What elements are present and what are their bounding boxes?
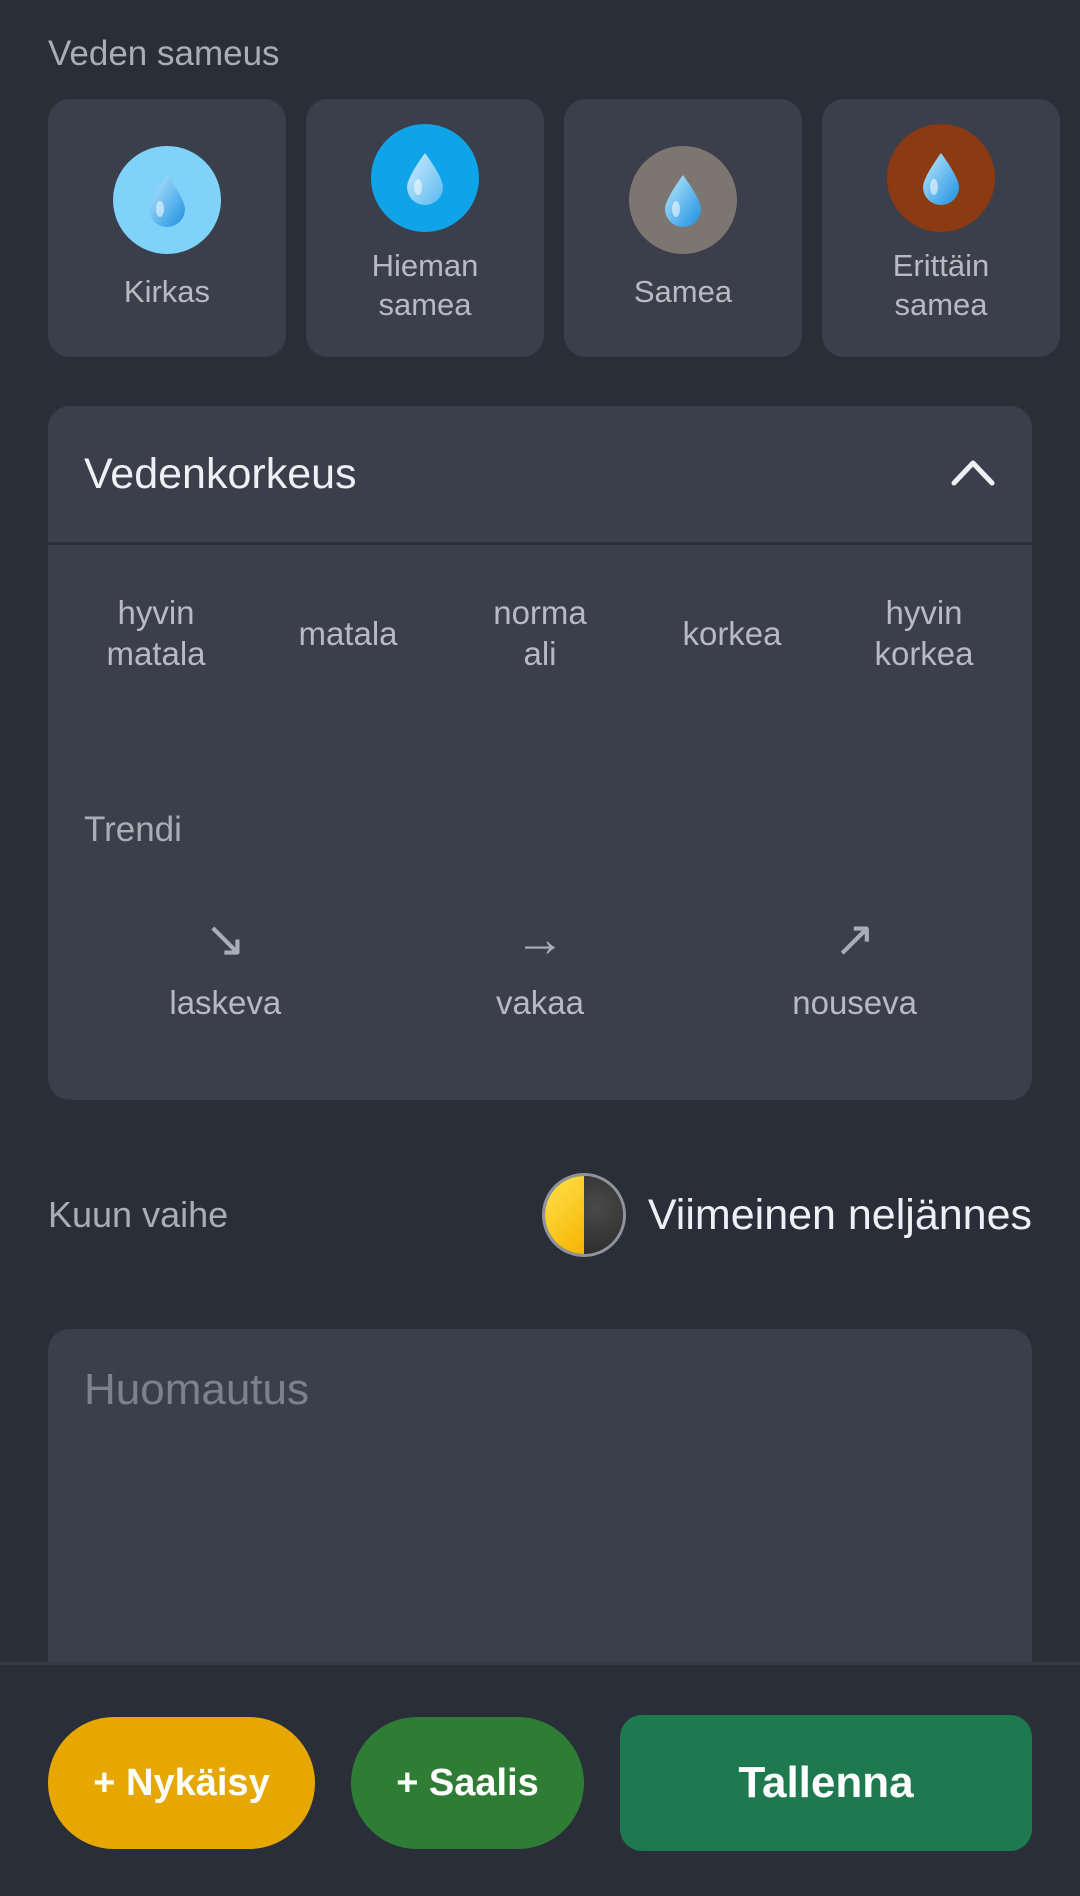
trend-stable[interactable]: → vakaa: [420, 914, 660, 1022]
water-drop-icon: [149, 174, 185, 227]
turbidity-label: Erittäin samea: [892, 248, 990, 322]
water-level-title: Vedenkorkeus: [84, 449, 357, 498]
water-drop-icon: [923, 153, 959, 205]
chevron-up-icon[interactable]: [950, 457, 996, 492]
level-low[interactable]: matala: [258, 578, 438, 688]
turbidity-label: Samea: [633, 273, 733, 309]
water-level-header[interactable]: Vedenkorkeus: [48, 406, 1032, 545]
water-level-options: hyvin matala matala norma ali korkea hyv…: [48, 578, 1032, 688]
turbidity-option-clear[interactable]: Kirkas: [48, 99, 286, 357]
trend-rising[interactable]: ↗ nouseva: [735, 914, 975, 1022]
turbidity-option-very-turbid[interactable]: Erittäin samea: [822, 99, 1060, 357]
trend-title: Trendi: [84, 810, 182, 849]
water-level-panel: Vedenkorkeus hyvin matala matala norma a…: [48, 406, 1032, 1100]
turbidity-swatch: [113, 145, 221, 254]
moon-phase-label: Kuun vaihe: [48, 1194, 229, 1235]
add-strike-button[interactable]: + Nykäisy: [48, 1717, 315, 1849]
moon-phase-value: Viimeinen neljännes: [541, 1173, 1032, 1257]
level-very-high[interactable]: hyvin korkea: [834, 578, 1014, 688]
save-button[interactable]: Tallenna: [620, 1715, 1032, 1851]
turbidity-label: Kirkas: [123, 273, 211, 309]
water-drop-icon: [665, 174, 701, 227]
trend-label: laskeva: [169, 984, 282, 1021]
level-high[interactable]: korkea: [642, 578, 822, 688]
bottom-action-bar: + Nykäisy + Saalis Tallenna: [0, 1662, 1080, 1896]
turbidity-options: Kirkas Hieman samea Samea Erittäin samea: [48, 99, 1060, 357]
arrow-down-right-icon: ↘: [204, 911, 247, 967]
moon-phase-row: Kuun vaihe Viimeinen neljännes: [48, 1172, 1032, 1258]
fishing-log-form: Veden sameus Kirkas Hieman samea Samea E…: [0, 0, 1080, 1896]
arrow-right-icon: →: [514, 911, 565, 967]
turbidity-swatch: [371, 124, 479, 232]
last-quarter-moon-icon: [541, 1173, 626, 1257]
turbidity-swatch: [887, 124, 995, 232]
level-very-low[interactable]: hyvin matala: [66, 578, 246, 688]
turbidity-label: Hieman samea: [371, 248, 479, 322]
note-input[interactable]: Huomautus: [48, 1329, 1032, 1669]
turbidity-option-slightly-turbid[interactable]: Hieman samea: [306, 99, 544, 357]
trend-label: nouseva: [792, 984, 918, 1021]
level-normal[interactable]: norma ali: [450, 578, 630, 688]
turbidity-title: Veden sameus: [48, 34, 280, 73]
moon-phase-text: Viimeinen neljännes: [647, 1190, 1032, 1239]
water-drop-icon: [407, 153, 443, 205]
arrow-up-right-icon: ↗: [833, 911, 876, 967]
trend-falling[interactable]: ↘ laskeva: [105, 914, 345, 1022]
trend-options: ↘ laskeva → vakaa ↗ nouseva: [48, 914, 1032, 1022]
note-placeholder: Huomautus: [84, 1365, 310, 1414]
turbidity-swatch: [629, 145, 737, 254]
turbidity-option-turbid[interactable]: Samea: [564, 99, 802, 357]
trend-label: vakaa: [495, 984, 585, 1021]
add-catch-button[interactable]: + Saalis: [351, 1717, 584, 1849]
